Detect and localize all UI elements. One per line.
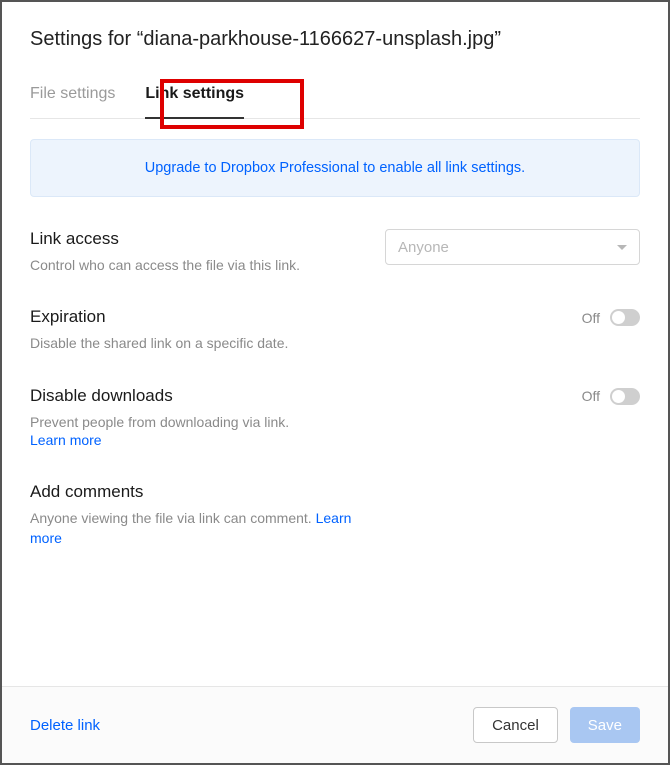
section-disable-downloads-text: Disable downloads Prevent people from do… (30, 386, 289, 450)
save-button[interactable]: Save (570, 707, 640, 743)
disable-downloads-title: Disable downloads (30, 386, 289, 406)
add-comments-desc-text: Anyone viewing the file via link can com… (30, 510, 316, 526)
modal-body: Settings for “diana-parkhouse-1166627-un… (2, 2, 668, 686)
tab-file-settings[interactable]: File settings (30, 75, 115, 118)
toggle-knob-icon (612, 390, 625, 403)
disable-downloads-toggle[interactable] (610, 388, 640, 405)
disable-downloads-state: Off (582, 388, 600, 404)
section-expiration: Expiration Disable the shared link on a … (30, 307, 640, 353)
disable-downloads-toggle-wrap: Off (582, 386, 640, 405)
section-add-comments: Add comments Anyone viewing the file via… (30, 482, 640, 549)
tab-link-settings[interactable]: Link settings (145, 75, 244, 119)
section-link-access-text: Link access Control who can access the f… (30, 229, 300, 275)
link-access-title: Link access (30, 229, 300, 249)
toggle-knob-icon (612, 311, 625, 324)
link-access-selected: Anyone (398, 239, 449, 256)
disable-downloads-desc: Prevent people from downloading via link… (30, 412, 289, 432)
cancel-button[interactable]: Cancel (473, 707, 558, 743)
expiration-toggle[interactable] (610, 309, 640, 326)
link-access-select[interactable]: Anyone (385, 229, 640, 265)
section-link-access: Link access Control who can access the f… (30, 229, 640, 275)
delete-link-button[interactable]: Delete link (30, 717, 100, 734)
section-expiration-text: Expiration Disable the shared link on a … (30, 307, 288, 353)
upgrade-banner[interactable]: Upgrade to Dropbox Professional to enabl… (30, 139, 640, 197)
link-access-desc: Control who can access the file via this… (30, 255, 300, 275)
modal-footer: Delete link Cancel Save (2, 686, 668, 763)
add-comments-desc: Anyone viewing the file via link can com… (30, 508, 360, 549)
add-comments-title: Add comments (30, 482, 360, 502)
expiration-state: Off (582, 310, 600, 326)
tab-bar: File settings Link settings (30, 75, 640, 119)
footer-buttons: Cancel Save (473, 707, 640, 743)
disable-downloads-learn-more[interactable]: Learn more (30, 432, 102, 448)
expiration-title: Expiration (30, 307, 288, 327)
modal-title: Settings for “diana-parkhouse-1166627-un… (30, 28, 640, 51)
settings-modal: Settings for “diana-parkhouse-1166627-un… (0, 0, 670, 765)
section-disable-downloads: Disable downloads Prevent people from do… (30, 386, 640, 450)
upgrade-banner-text: Upgrade to Dropbox Professional to enabl… (145, 160, 525, 176)
expiration-toggle-wrap: Off (582, 307, 640, 326)
expiration-desc: Disable the shared link on a specific da… (30, 333, 288, 353)
section-add-comments-text: Add comments Anyone viewing the file via… (30, 482, 360, 549)
chevron-down-icon (617, 245, 627, 250)
